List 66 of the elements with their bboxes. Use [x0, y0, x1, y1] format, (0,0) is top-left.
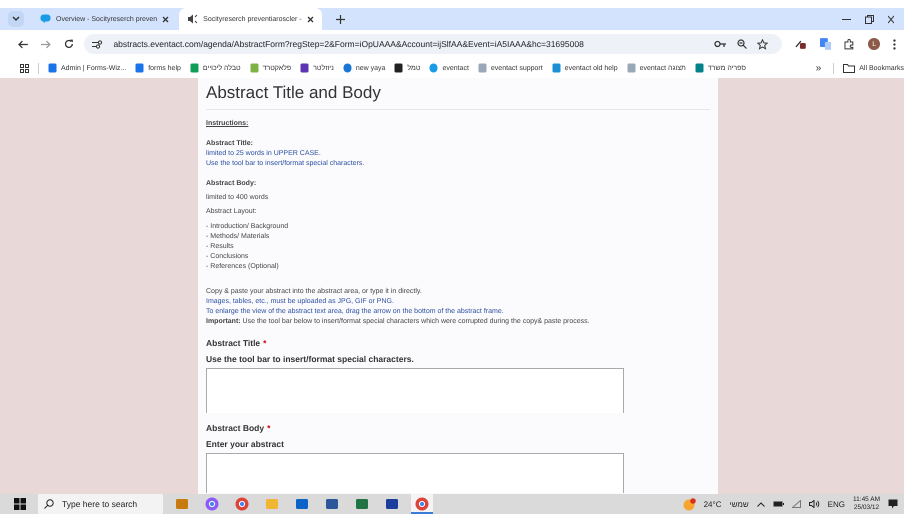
- new-tab-icon[interactable]: [336, 14, 345, 24]
- app-icon: [265, 497, 279, 511]
- close-icon[interactable]: [306, 16, 314, 22]
- folder-icon: [843, 64, 856, 72]
- more-bookmarks-button[interactable]: »: [816, 62, 822, 74]
- translate-icon[interactable]: [820, 38, 832, 50]
- required-marker: *: [267, 423, 270, 433]
- taskbar-search-field[interactable]: Type here to search: [38, 494, 163, 514]
- volume-icon[interactable]: [808, 500, 820, 508]
- weather-temperature[interactable]: 24°C: [704, 500, 722, 508]
- windows-start-icon[interactable]: [14, 498, 26, 510]
- close-icon[interactable]: [888, 14, 894, 24]
- chat-icon: [40, 14, 51, 24]
- chevron-down-icon: [12, 16, 20, 22]
- app-icon: [355, 497, 369, 511]
- puzzle-icon[interactable]: [844, 38, 856, 50]
- wifi-icon[interactable]: [792, 500, 801, 508]
- weather-label[interactable]: שמשי: [729, 500, 749, 508]
- chevron-up-icon[interactable]: [756, 502, 765, 506]
- close-icon[interactable]: [162, 16, 170, 22]
- app-icon: [205, 497, 219, 511]
- key-icon[interactable]: [714, 40, 727, 48]
- field-hint: Enter your abstract: [206, 439, 285, 449]
- app-icon: [385, 497, 399, 511]
- required-marker: *: [263, 338, 266, 348]
- battery-icon[interactable]: [772, 501, 784, 507]
- bookmark-icon: [429, 63, 438, 73]
- speaker-icon: [187, 14, 198, 24]
- app-icon: [235, 497, 249, 511]
- bookmark-icon: [694, 63, 704, 73]
- notification-icon[interactable]: [888, 499, 898, 509]
- bookmark-icon: [300, 63, 310, 73]
- extension-icon[interactable]: [794, 38, 807, 50]
- bookmark-icon: [190, 63, 199, 73]
- bookmark-icon: [48, 63, 57, 73]
- field-label: Abstract Body: [206, 423, 264, 433]
- app-icon: [295, 497, 309, 511]
- back-icon[interactable]: [18, 40, 28, 48]
- taskbar-app[interactable]: [411, 494, 433, 514]
- address-bar[interactable]: abstracts.eventact.com/agenda/AbstractForm?regStep=2&Form=iOpUAAA&Account=ijSlfAA&Event=iA5IAAA&hc=31695008: [84, 34, 782, 54]
- field-label: Abstract Title: [206, 338, 260, 348]
- search-icon: [44, 499, 54, 509]
- zoom-icon[interactable]: [736, 39, 747, 49]
- page-heading: Abstract Title and Body: [206, 83, 710, 110]
- tab-search-button[interactable]: [8, 11, 24, 27]
- star-icon[interactable]: [756, 38, 768, 50]
- bookmark-icon: [250, 63, 259, 73]
- weather-icon[interactable]: [682, 498, 696, 510]
- restore-icon[interactable]: [865, 14, 874, 24]
- menu-icon[interactable]: [893, 38, 896, 50]
- app-icon: [415, 497, 429, 511]
- bookmark-icon: [552, 63, 561, 73]
- reload-icon[interactable]: [64, 39, 74, 49]
- site-settings-icon[interactable]: [92, 40, 104, 48]
- bookmark-icon: [135, 63, 144, 73]
- bookmark-icon: [478, 63, 487, 73]
- bookmark-icon: [394, 63, 404, 73]
- bookmark-icon: [342, 63, 352, 73]
- language-indicator[interactable]: ENG: [828, 500, 846, 508]
- apps-grid-icon[interactable]: [20, 64, 29, 72]
- forward-icon[interactable]: [40, 40, 51, 48]
- bookmark-icon: [626, 63, 636, 73]
- app-icon: [175, 497, 189, 511]
- app-icon: [325, 497, 339, 511]
- field-hint: Use the tool bar to insert/format special characters.: [206, 354, 415, 364]
- url-text: abstracts.eventact.com/agenda/AbstractForm?regStep=2&Form=iOpUAAA&Account=ijSlfAA&Event=iA5IAAA&hc=31695008: [113, 39, 584, 49]
